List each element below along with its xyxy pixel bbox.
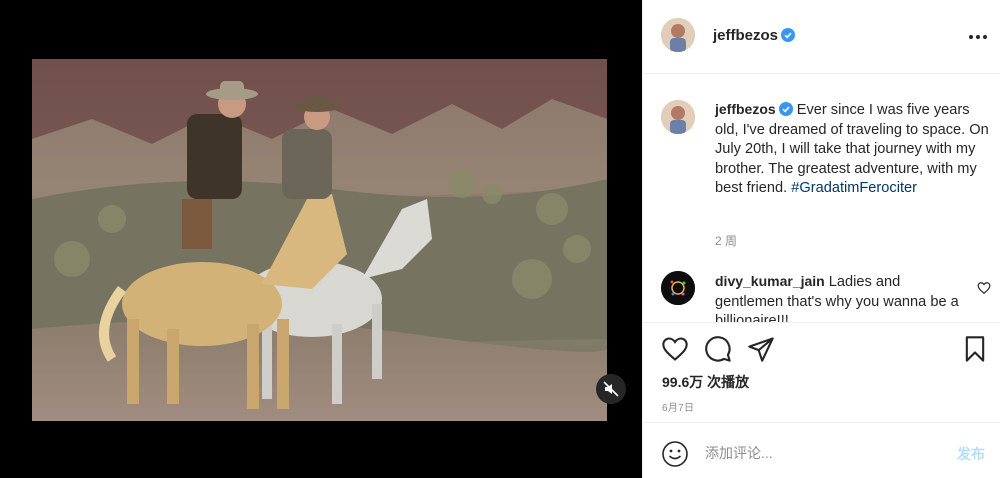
comment-heart-icon[interactable] bbox=[977, 281, 991, 295]
speaker-muted-icon bbox=[603, 381, 619, 397]
comment-text: divy_kumar_jain Ladies and gentlemen tha… bbox=[715, 272, 959, 322]
bookmark-icon[interactable] bbox=[961, 335, 989, 363]
mute-toggle-button[interactable] bbox=[596, 374, 626, 404]
post-actions: 99.6万 次播放 6月7日 bbox=[643, 322, 1000, 422]
caption-username[interactable]: jeffbezos bbox=[715, 101, 776, 117]
horse-riders-photo[interactable] bbox=[32, 59, 607, 421]
author-username[interactable]: jeffbezos bbox=[713, 27, 796, 44]
verified-badge-icon bbox=[781, 28, 796, 42]
comment-input[interactable] bbox=[705, 441, 925, 465]
commenter-avatar[interactable] bbox=[661, 271, 695, 305]
add-comment-bar: 发布 bbox=[643, 422, 1000, 478]
caption-time-ago: 2 周 bbox=[715, 234, 738, 248]
post-media[interactable] bbox=[0, 0, 642, 478]
post-date: 6月7日 bbox=[662, 403, 695, 414]
comments-list[interactable]: jeffbezos Ever since I was five years ol… bbox=[643, 75, 1000, 322]
smiley-icon[interactable] bbox=[661, 440, 689, 468]
author-avatar[interactable] bbox=[661, 18, 695, 52]
post-details-panel: jeffbezos jeffbezos Ever since I was fiv… bbox=[642, 0, 1000, 478]
heart-icon[interactable] bbox=[661, 335, 689, 363]
author-avatar-image bbox=[661, 18, 695, 52]
comment-bubble-icon[interactable] bbox=[704, 335, 732, 363]
verified-badge-icon bbox=[778, 102, 793, 116]
commenter-avatar-image bbox=[661, 271, 695, 305]
commenter-username[interactable]: divy_kumar_jain bbox=[715, 273, 825, 289]
caption-author-avatar[interactable] bbox=[661, 100, 695, 134]
paper-plane-icon[interactable] bbox=[747, 335, 775, 363]
caption-hashtag[interactable]: #GradatimFerociter bbox=[791, 180, 917, 196]
caption-text: jeffbezos Ever since I was five years ol… bbox=[715, 100, 993, 199]
more-options-icon[interactable] bbox=[969, 28, 987, 46]
author-avatar-image bbox=[661, 100, 695, 134]
photo-illustration bbox=[32, 59, 607, 421]
post-header: jeffbezos bbox=[643, 0, 1000, 74]
view-count[interactable]: 99.6万 次播放 bbox=[662, 372, 749, 392]
post-comment-button[interactable]: 发布 bbox=[957, 444, 985, 464]
